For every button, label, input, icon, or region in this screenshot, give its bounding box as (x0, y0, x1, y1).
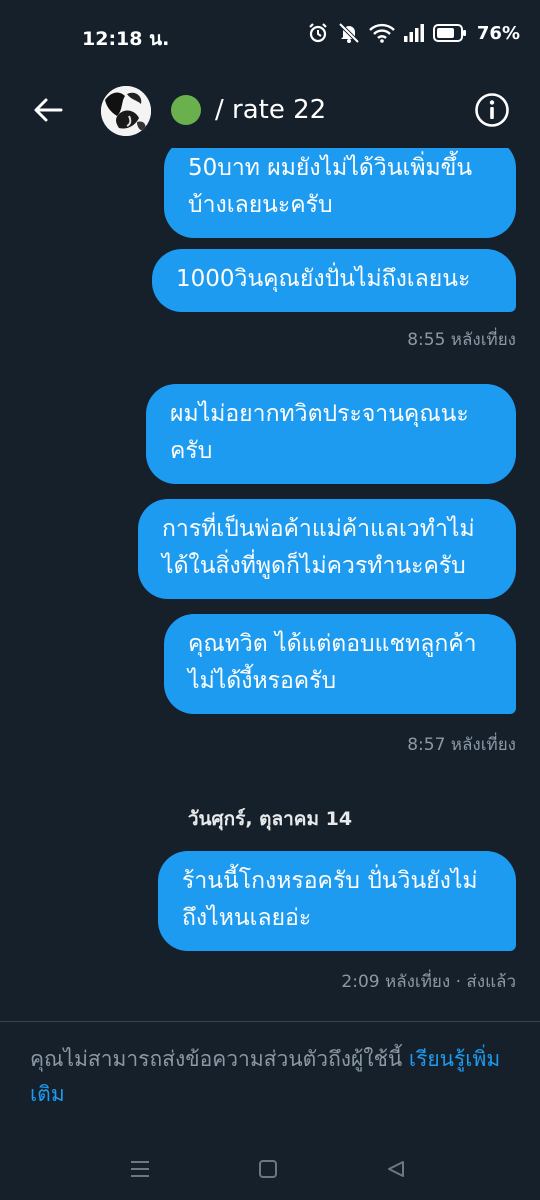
status-time: 12:18 น. (82, 28, 170, 50)
signal-icon (403, 24, 424, 42)
status-icons: 76% (307, 22, 520, 44)
alarm-icon (309, 23, 327, 43)
message-bubble[interactable]: 1000วินคุณยังปั่นไม่ถึงเลยนะ (152, 249, 516, 312)
navigation-bar (0, 1138, 540, 1200)
back-nav-button[interactable] (381, 1154, 411, 1184)
recent-apps-button[interactable] (125, 1154, 155, 1184)
message-bubble[interactable]: ร้านนี้โกงหรอครับ ปั่นวินยังไม่ ถึงไหนเล… (158, 851, 516, 951)
dm-restricted-notice: คุณไม่สามารถส่งข้อความส่วนตัวถึงผู้ใช้นี… (30, 1042, 520, 1112)
back-button[interactable] (28, 92, 68, 128)
message-timestamp: 2:09 หลังเที่ยง · ส่งแล้ว (341, 972, 516, 992)
message-timestamp: 8:55 หลังเที่ยง (407, 330, 516, 350)
green-status-icon (171, 95, 201, 125)
info-icon (475, 93, 509, 127)
message-timestamp: 8:57 หลังเที่ยง (407, 735, 516, 755)
message-list[interactable]: 50บาท ผมยังไม่ได้วินเพิ่มขึ้น บ้างเลยนะค… (0, 148, 540, 1020)
conversation-title[interactable]: / rate 22 (171, 90, 326, 130)
avatar[interactable] (101, 86, 151, 136)
message-bubble[interactable]: ผมไม่อยากทวิตประจานคุณนะ ครับ (146, 384, 516, 484)
battery-percent: 76% (476, 22, 520, 44)
status-bar: 12:18 น. 76% (0, 0, 540, 72)
avatar-image (101, 86, 151, 136)
conversation-name: / rate 22 (215, 95, 327, 125)
message-bubble[interactable]: การที่เป็นพ่อค้าแม่ค้าแลเวทำไม่ ได้ในสิ่… (138, 499, 516, 599)
message-bubble[interactable]: 50บาท ผมยังไม่ได้วินเพิ่มขึ้น บ้างเลยนะค… (164, 148, 516, 238)
back-triangle-icon (388, 1161, 404, 1177)
message-bubble[interactable]: คุณทวิต ได้แต่ตอบแชทลูกค้า ไม่ได้งี้หรอค… (164, 614, 516, 714)
date-separator: วันศุกร์, ตุลาคม 14 (187, 808, 353, 830)
home-button[interactable] (253, 1154, 283, 1184)
footer-divider (0, 1021, 540, 1022)
notice-text: คุณไม่สามารถส่งข้อความส่วนตัวถึงผู้ใช้นี… (30, 1047, 409, 1071)
battery-icon (432, 24, 466, 42)
back-arrow-icon (34, 98, 63, 122)
home-square-icon (259, 1160, 277, 1178)
muted-bell-icon (338, 22, 360, 44)
info-button[interactable] (474, 92, 510, 128)
conversation-header: / rate 22 (0, 72, 540, 148)
menu-icon (131, 1161, 149, 1177)
wifi-icon (369, 23, 395, 43)
